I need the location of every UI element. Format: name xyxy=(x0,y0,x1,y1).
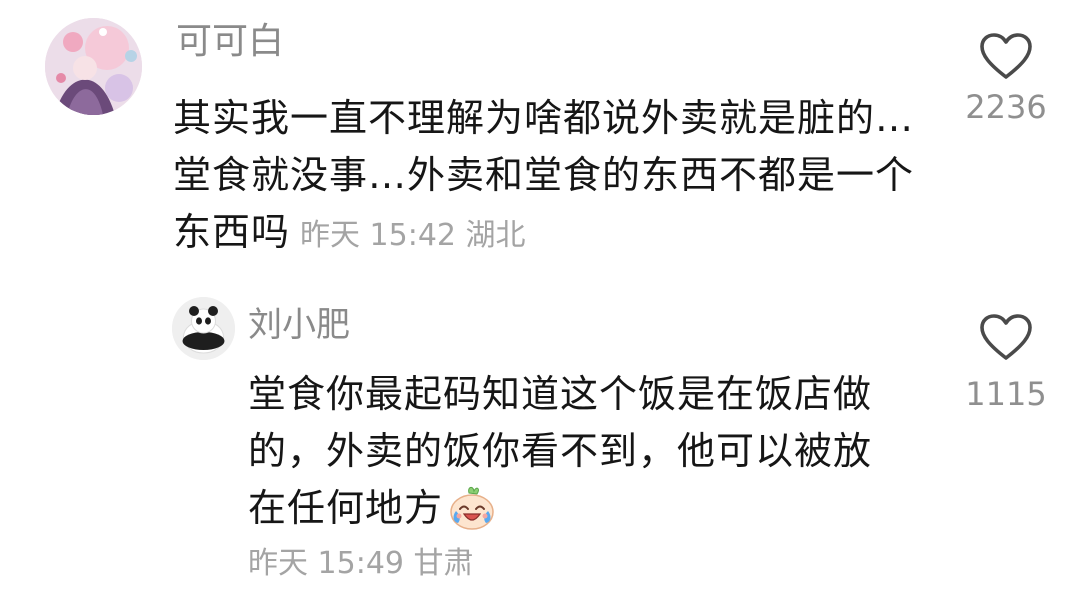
comment-content: 其实我一直不理解为啥都说外卖就是脏的…堂食就没事…外卖和堂食的东西不都是一个东西… xyxy=(173,96,915,254)
panda-avatar-icon xyxy=(172,297,235,360)
comment-meta: 昨天 15:49 甘肃 xyxy=(248,546,474,581)
heart-outline-icon xyxy=(980,314,1032,360)
username[interactable]: 刘小肥 xyxy=(248,303,350,347)
heart-outline-icon xyxy=(980,33,1032,79)
like-button[interactable]: 1115 xyxy=(965,313,1047,413)
comment-text: 其实我一直不理解为啥都说外卖就是脏的…堂食就没事…外卖和堂食的东西不都是一个东西… xyxy=(173,90,933,264)
username[interactable]: 可可白 xyxy=(176,18,284,66)
comment-content: 堂食你最起码知道这个饭是在饭店做的，外卖的饭你看不到，他可以被放在任何地方 xyxy=(248,372,873,530)
like-count: 2236 xyxy=(965,88,1047,126)
like-count: 1115 xyxy=(965,375,1047,413)
like-button[interactable]: 2236 xyxy=(965,32,1047,126)
comment-text: 堂食你最起码知道这个饭是在饭店做的，外卖的饭你看不到，他可以被放在任何地方 xyxy=(248,366,908,537)
avatar-illustration-icon xyxy=(45,18,142,115)
avatar[interactable] xyxy=(45,18,142,115)
crying-laughing-emoji-icon xyxy=(447,482,497,532)
avatar[interactable] xyxy=(172,297,235,360)
comment-meta: 昨天 15:42 湖北 xyxy=(300,218,526,253)
